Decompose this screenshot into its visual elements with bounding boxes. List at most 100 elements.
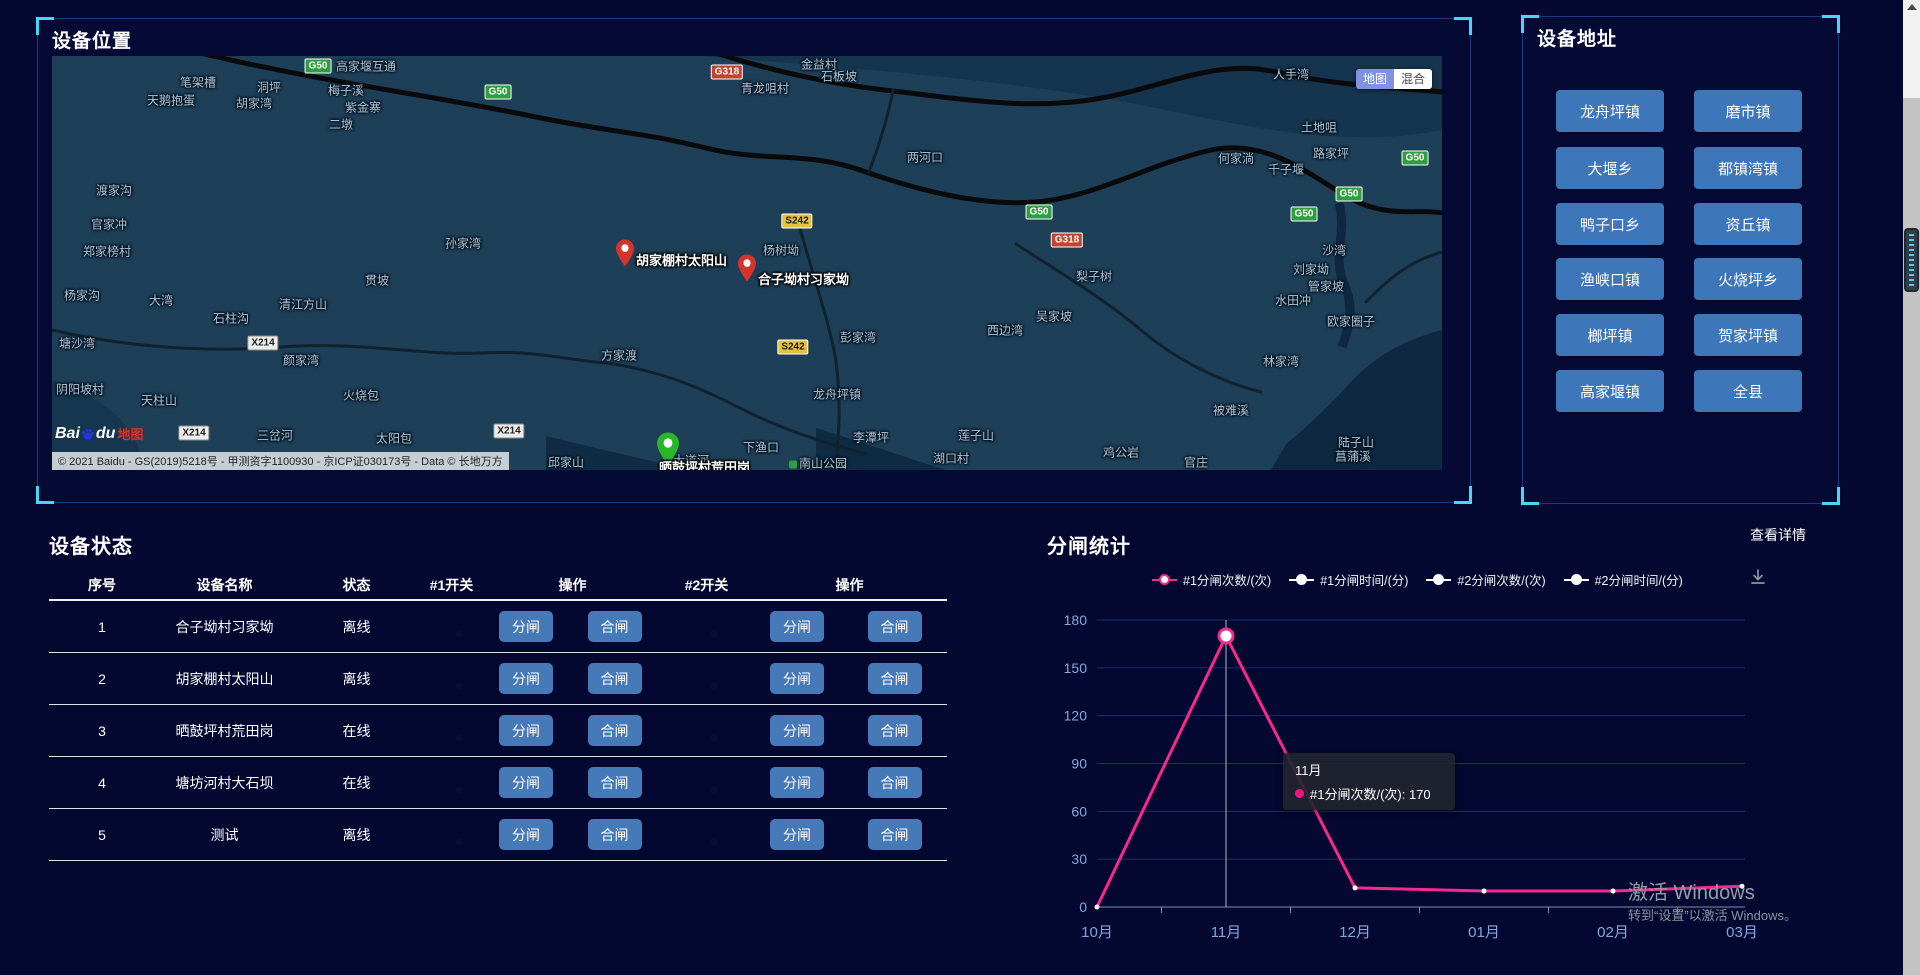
windows-watermark: 激活 Windows [1628,876,1755,905]
pin-label: 合子坳村习家坳 [758,269,849,288]
address-button-ziqiu[interactable]: 资丘镇 [1694,203,1802,245]
device-status-title: 设备状态 [49,530,133,559]
legend-marker-icon [1564,579,1589,581]
map-place-label: 天鹅抱蛋 [147,92,195,109]
map-pin-icon[interactable] [738,253,756,283]
open-switch1-button[interactable]: 分闸 [499,819,553,850]
open-switch2-button[interactable]: 分闸 [770,715,824,746]
map-place-label: 笔架槽 [180,74,216,91]
map-place-label: 路家坪 [1313,145,1349,162]
map-type-control[interactable]: 地图 混合 [1356,69,1432,89]
scrollbar-track[interactable] [1903,0,1920,975]
road-badge: X214 [493,424,524,439]
col-op1: 操作 [484,575,661,595]
open-switch1-button[interactable]: 分闸 [499,611,553,642]
legend-item-sw1-time[interactable]: #1分闸时间/(分) [1289,570,1408,589]
close-switch1-button[interactable]: 合闸 [588,663,642,694]
open-switch1-button[interactable]: 分闸 [499,663,553,694]
address-button-moshi[interactable]: 磨市镇 [1694,90,1802,132]
address-button-quanxian[interactable]: 全县 [1694,370,1802,412]
address-button-longzhouping[interactable]: 龙舟坪镇 [1556,90,1664,132]
scrollbar-top[interactable] [1903,0,1920,98]
map-place-label: 千子堰 [1268,161,1304,178]
address-button-duzhenwan[interactable]: 都镇湾镇 [1694,147,1802,189]
map-place-label: 下渔口 [743,439,779,456]
col-sw1: #1开关 [419,575,484,595]
open-switch2-button[interactable]: 分闸 [770,819,824,850]
map-place-label: 吴家坡 [1036,308,1072,325]
scrollbar-thumb[interactable] [1904,228,1919,292]
seq-cell: 2 [49,671,155,687]
open-switch1-button[interactable]: 分闸 [499,715,553,746]
map-type-map-button[interactable]: 地图 [1356,69,1394,89]
chart-legend: #1分闸次数/(次) #1分闸时间/(分) #2分闸次数/(次) #2分闸时间/… [1152,570,1683,589]
legend-item-sw2-count[interactable]: #2分闸次数/(次) [1426,570,1545,589]
close-switch2-button[interactable]: 合闸 [868,767,922,798]
road-badge: S242 [781,214,812,229]
baidu-map[interactable]: 笔架槽 洞坪 天鹅抱蛋 胡家湾 高家堰互通 梅子溪 紫金寨 二墩 金益村 石板坡… [52,56,1442,470]
pin-label: 晒鼓坪村荒田岗 [659,457,750,470]
address-button-hejiaping[interactable]: 贺家坪镇 [1694,314,1802,356]
road-badge: G50 [1291,207,1318,222]
road-badge: G50 [1026,205,1053,220]
legend-item-sw2-time[interactable]: #2分闸时间/(分) [1564,570,1683,589]
close-switch2-button[interactable]: 合闸 [868,715,922,746]
map-place-label: 莲子山 [958,427,994,444]
address-button-gaojiayan[interactable]: 高家堰镇 [1556,370,1664,412]
col-op2: 操作 [752,575,947,595]
map-place-label: 三岔河 [257,427,293,444]
col-sw2: #2开关 [661,575,752,595]
close-switch1-button[interactable]: 合闸 [588,767,642,798]
map-place-label: 官家冲 [91,216,127,233]
download-icon[interactable] [1748,567,1768,587]
status-text: 离线 [294,617,419,637]
map-place-label: 杨家沟 [64,287,100,304]
device-location-panel: 设备位置 笔架槽 洞坪 天鹅抱蛋 胡家湾 [37,18,1471,503]
map-place-label: 湖口村 [933,450,969,467]
map-place-label: 梨子树 [1076,268,1112,285]
windows-watermark-sub: 转到“设置”以激活 Windows。 [1628,905,1797,924]
view-details-link[interactable]: 查看详情 [1750,525,1806,545]
close-switch1-button[interactable]: 合闸 [588,611,642,642]
map-pin-icon[interactable] [616,238,634,268]
close-switch1-button[interactable]: 合闸 [588,819,642,850]
open-switch2-button[interactable]: 分闸 [770,767,824,798]
svg-text:90: 90 [1071,756,1087,772]
device-name: 合子坳村习家坳 [155,617,294,637]
close-switch2-button[interactable]: 合闸 [868,819,922,850]
address-button-yuxiakou[interactable]: 渔峡口镇 [1556,258,1664,300]
map-place-label: 龙舟坪镇 [813,386,861,403]
close-switch2-button[interactable]: 合闸 [868,611,922,642]
tooltip-series-dot [1295,789,1304,798]
address-button-langping[interactable]: 榔坪镇 [1556,314,1664,356]
col-name: 设备名称 [155,575,294,595]
table-row: 3 晒鼓坪村荒田岗 在线 分闸 合闸 分闸 合闸 [49,705,947,757]
svg-text:11月: 11月 [1211,924,1242,941]
road-badge: X214 [178,426,209,441]
map-place-label: 塘沙湾 [59,335,95,352]
map-place-label: 人手湾 [1273,66,1309,83]
close-switch1-button[interactable]: 合闸 [588,715,642,746]
address-button-dayan[interactable]: 大堰乡 [1556,147,1664,189]
legend-item-sw1-count[interactable]: #1分闸次数/(次) [1152,570,1271,589]
map-place-label: 渡家沟 [96,182,132,199]
scroll-up-arrow-icon[interactable] [1907,4,1917,10]
open-switch2-button[interactable]: 分闸 [770,611,824,642]
open-switch2-button[interactable]: 分闸 [770,663,824,694]
device-status-table: 序号 设备名称 状态 #1开关 操作 #2开关 操作 1 合子坳村习家坳 离线 … [49,570,947,861]
address-button-yazikou[interactable]: 鸭子口乡 [1556,203,1664,245]
status-text: 离线 [294,669,419,689]
open-switch1-button[interactable]: 分闸 [499,767,553,798]
map-place-label: 鸡公岩 [1103,444,1139,461]
device-name: 塘坊河村大石坝 [155,773,294,793]
map-type-hybrid-button[interactable]: 混合 [1394,69,1432,89]
map-place-label: 欧家圈子 [1327,313,1375,330]
close-switch2-button[interactable]: 合闸 [868,663,922,694]
map-place-label: 管家坡 [1308,278,1344,295]
corner-decoration [1454,17,1472,35]
svg-text:60: 60 [1071,803,1087,819]
svg-text:12月: 12月 [1339,924,1371,941]
map-place-label: 清江方山 [279,296,327,313]
map-place-label: 紫金寨 [345,99,381,116]
address-button-huoshaoping[interactable]: 火烧坪乡 [1694,258,1802,300]
